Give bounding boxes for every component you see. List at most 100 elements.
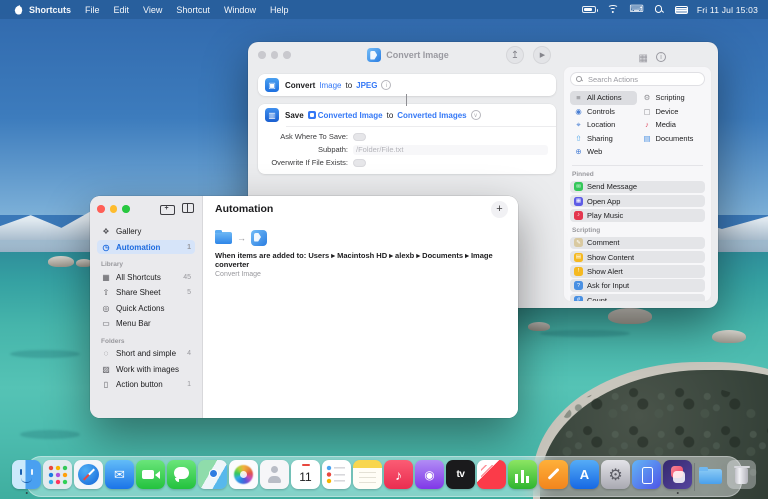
category-web[interactable]: ⊕ Web (570, 145, 637, 159)
sidebar-item-all-shortcuts[interactable]: ▦ All Shortcuts 45 (97, 270, 195, 284)
dock-facetime[interactable] (136, 460, 165, 493)
dock-numbers[interactable] (508, 460, 537, 493)
action-send-message[interactable]: ✉ Send Message (570, 181, 705, 194)
sidebar-item-short-and-simple[interactable]: ◌ Short and simple 4 (97, 347, 195, 361)
dock-photos[interactable] (229, 460, 258, 493)
sidebar-item-icon: ◷ (101, 243, 111, 252)
action-icon: ♪ (574, 211, 583, 220)
category-sharing[interactable]: ⇧ Sharing (570, 132, 637, 146)
save-file-action[interactable]: ▥ Save Converted Image to Converted Imag… (258, 104, 556, 174)
sidebar-item-quick-actions[interactable]: ◎ Quick Actions (97, 301, 195, 315)
keyboard-icon[interactable]: ⌨ (629, 5, 643, 14)
sidebar-item-share-sheet[interactable]: ⇧ Share Sheet 5 (97, 286, 195, 300)
field-overwrite-if-file-exists: Overwrite If File Exists: (266, 156, 548, 169)
sidebar-item-action-button[interactable]: ▯ Action button 1 (97, 378, 195, 392)
sidebar-item-label: Menu Bar (116, 319, 186, 328)
dock-calendar[interactable]: 11 (291, 460, 320, 493)
spotlight-icon[interactable] (655, 5, 664, 14)
category-device[interactable]: ▢ Device (639, 105, 706, 119)
automation-list-item[interactable]: → When items are added to: Users ▸ Macin… (215, 229, 506, 278)
menu-bar-clock[interactable]: Fri 11 Jul 15:03 (697, 5, 758, 15)
menu-help[interactable]: Help (270, 5, 289, 15)
sidebar-item-work-with-images[interactable]: ▨ Work with images (97, 362, 195, 376)
category-location[interactable]: ⌖ Location (570, 118, 637, 132)
dock-shortcuts[interactable] (663, 460, 692, 493)
shortcut-details-icon[interactable] (656, 52, 666, 62)
dock-maps[interactable] (198, 460, 227, 493)
action-library-icon[interactable] (639, 48, 648, 66)
menu-view[interactable]: View (143, 5, 162, 15)
battery-icon[interactable] (582, 6, 596, 13)
new-automation-button[interactable]: + (491, 201, 508, 218)
action-label: Ask for Input (587, 281, 629, 290)
category-scripting[interactable]: ⚙ Scripting (639, 91, 706, 105)
dock-messages[interactable] (167, 460, 196, 493)
field-toggle[interactable] (353, 133, 366, 141)
wifi-icon[interactable] (607, 5, 618, 14)
control-center-icon[interactable] (675, 6, 686, 14)
dock-downloads[interactable] (696, 460, 725, 493)
share-button[interactable] (506, 46, 524, 64)
dock-trash[interactable] (727, 460, 756, 493)
dock-tv[interactable]: tv (446, 460, 475, 493)
close-button[interactable] (97, 205, 105, 213)
field-text-input[interactable] (353, 145, 548, 155)
destination-parameter[interactable]: Converted Images (397, 111, 466, 120)
format-parameter[interactable]: JPEG (356, 81, 377, 90)
info-icon[interactable] (381, 80, 391, 90)
dock-finder[interactable] (12, 460, 41, 493)
apple-menu-icon[interactable] (14, 5, 23, 15)
dock-music[interactable]: ♪ (384, 460, 413, 493)
action-comment[interactable]: ✎ Comment (570, 237, 705, 250)
menu-window[interactable]: Window (224, 5, 256, 15)
action-count[interactable]: # Count (570, 294, 705, 302)
dock-safari[interactable] (74, 460, 103, 493)
action-ask-for-input[interactable]: ? Ask for Input (570, 279, 705, 292)
category-all-actions[interactable]: ≡ All Actions (570, 91, 637, 105)
menu-file[interactable]: File (85, 5, 100, 15)
sidebar-item-automation[interactable]: ◷ Automation 1 (97, 240, 195, 254)
action-open-app[interactable]: ▦ Open App (570, 195, 705, 208)
dock-iphone-mirroring[interactable] (632, 460, 661, 493)
action-show-alert[interactable]: ! Show Alert (570, 265, 705, 278)
convert-image-action[interactable]: ▣ Convert Image to JPEG (258, 74, 556, 96)
menu-edit[interactable]: Edit (114, 5, 130, 15)
dock-notes[interactable] (353, 460, 382, 493)
field-toggle[interactable] (353, 159, 366, 167)
dock-podcasts[interactable]: ◉ (415, 460, 444, 493)
menu-shortcut[interactable]: Shortcut (176, 5, 210, 15)
dock-reminders[interactable] (322, 460, 351, 493)
collapse-icon[interactable] (471, 110, 481, 120)
new-folder-icon[interactable] (160, 203, 173, 213)
sidebar-item-count: 1 (187, 244, 191, 251)
dock-appstore[interactable]: A (570, 460, 599, 493)
boulder (608, 308, 652, 324)
zoom-button[interactable] (122, 205, 130, 213)
dock-launchpad[interactable] (43, 460, 72, 493)
sidebar-item-gallery[interactable]: ❖ Gallery (97, 225, 195, 239)
run-shortcut-button[interactable] (533, 46, 551, 64)
category-controls[interactable]: ◉ Controls (570, 105, 637, 119)
dock-news[interactable] (477, 460, 506, 493)
category-media[interactable]: ♪ Media (639, 118, 706, 132)
toggle-sidebar-icon[interactable] (182, 203, 194, 213)
action-play-music[interactable]: ♪ Play Music (570, 209, 705, 222)
dock-pages[interactable] (539, 460, 568, 493)
search-actions-input[interactable] (586, 74, 699, 85)
sidebar-item-label: Work with images (116, 365, 186, 374)
dock-settings[interactable]: ⚙ (601, 460, 630, 493)
action-library-panel: ≡ All Actions ⚙ Scripting ◉ Controls (563, 66, 712, 302)
action-show-content[interactable]: ▤ Show Content (570, 251, 705, 264)
converted-image-token[interactable]: Converted Image (308, 111, 383, 120)
menu-shortcuts[interactable]: Shortcuts (29, 5, 71, 15)
input-parameter[interactable]: Image (319, 81, 341, 90)
action-search[interactable] (570, 72, 705, 86)
dock-contacts[interactable] (260, 460, 289, 493)
sidebar-item-menu-bar[interactable]: ▭ Menu Bar (97, 317, 195, 331)
sidebar-item-icon: ⇧ (101, 288, 111, 297)
sidebar-item-label: Automation (116, 243, 182, 252)
search-icon (576, 76, 583, 83)
minimize-button[interactable] (110, 205, 118, 213)
dock-mail[interactable]: ✉ (105, 460, 134, 493)
category-documents[interactable]: ▤ Documents (639, 132, 706, 146)
